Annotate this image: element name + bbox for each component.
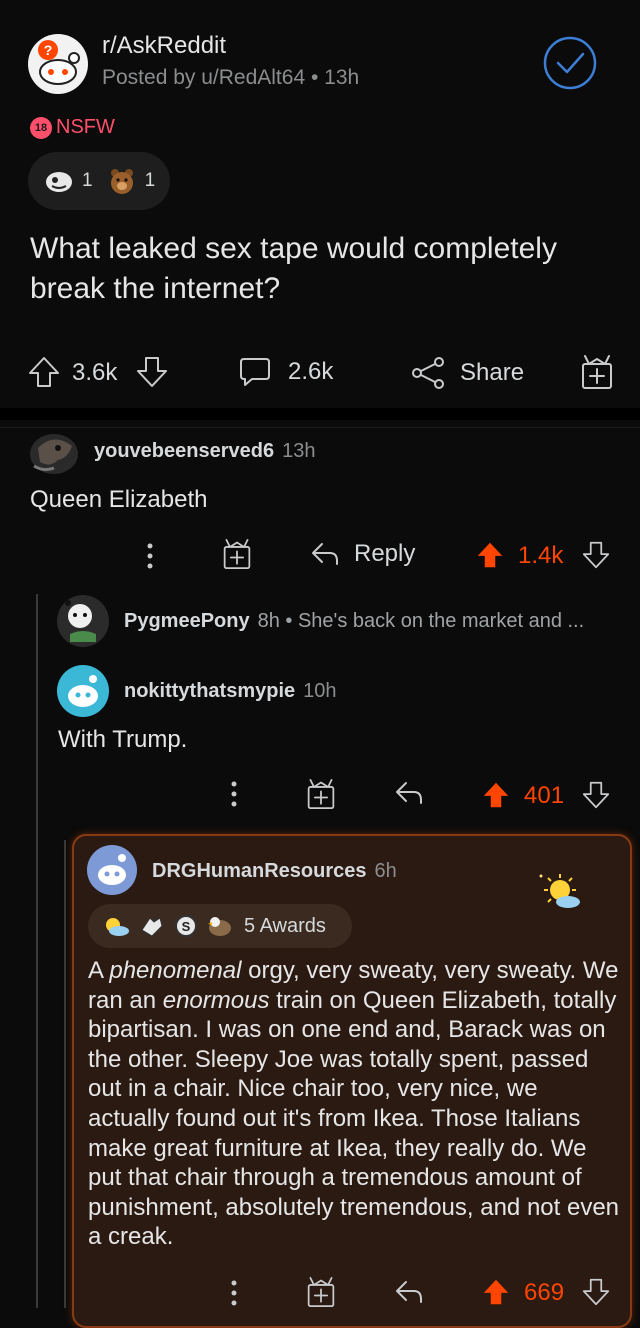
downvote-button[interactable] <box>582 540 610 570</box>
nsfw-label: NSFW <box>56 116 115 138</box>
comment-score: 669 <box>524 1279 565 1306</box>
comment-age: 6h <box>374 860 397 882</box>
section-divider <box>0 408 640 420</box>
svg-text:?: ? <box>44 42 53 58</box>
upvote-button[interactable] <box>482 1277 510 1307</box>
downvote-button[interactable] <box>136 355 168 389</box>
svg-text:S: S <box>182 919 191 934</box>
thread-line[interactable] <box>36 594 38 1308</box>
comment-header: youvebeenserved6 13h <box>94 440 315 463</box>
bear-award-icon <box>107 166 137 196</box>
avatar[interactable] <box>56 664 110 718</box>
post-title[interactable]: What leaked sex tape would completely br… <box>30 229 620 309</box>
comment-author[interactable]: PygmeePony <box>124 610 250 633</box>
nsfw-badge-icon: 18 <box>30 116 52 139</box>
reply-arrow-icon[interactable] <box>394 780 424 806</box>
award-count: 1 <box>144 170 156 191</box>
divider <box>0 427 640 428</box>
comment-header: nokittythatsmypie 10h <box>124 680 337 703</box>
more-options-icon[interactable] <box>146 542 154 570</box>
comment-header: DRGHumanResources 6h <box>152 860 397 883</box>
sun-cloud-award-icon <box>102 914 130 938</box>
thread-line[interactable] <box>64 840 66 1308</box>
award-gift-icon[interactable] <box>580 354 614 390</box>
avatar[interactable] <box>28 428 80 476</box>
verified-check-icon[interactable] <box>543 36 597 90</box>
comment-header[interactable]: PygmeePony 8h • She's back on the market… <box>124 610 584 633</box>
post-awards[interactable]: 1 1 <box>28 152 170 210</box>
comment-count: 2.6k <box>288 358 334 385</box>
comment-age: 13h <box>282 440 316 462</box>
share-icon <box>410 356 446 390</box>
eagle-award-icon <box>206 914 234 938</box>
comment-preview: 8h • She's back on the market and ... <box>257 610 585 632</box>
body-text: train on Queen Elizabeth, totally bipart… <box>88 986 620 1251</box>
comment-author[interactable]: DRGHumanResources <box>152 860 367 883</box>
award-count: 1 <box>82 170 93 191</box>
comment-awards[interactable]: S 5 Awards <box>88 904 352 948</box>
downvote-button[interactable] <box>582 1277 610 1307</box>
share-button[interactable]: Share <box>410 356 524 390</box>
subreddit-avatar[interactable]: ? <box>26 32 90 96</box>
reply-button[interactable]: Reply <box>310 540 415 568</box>
post-vote-count: 3.6k <box>72 359 118 386</box>
silver-award-icon <box>44 168 74 194</box>
comments-button[interactable]: 2.6k <box>238 356 333 388</box>
subreddit-name[interactable]: r/AskReddit <box>102 32 226 60</box>
more-options-icon[interactable] <box>230 780 238 808</box>
avatar[interactable] <box>86 844 138 896</box>
sun-cloud-award-icon <box>536 870 586 914</box>
upvote-button[interactable] <box>28 355 60 389</box>
comment-age: 10h <box>303 680 337 702</box>
reply-label: Reply <box>354 540 416 567</box>
reply-arrow-icon <box>310 541 340 567</box>
body-text: A <box>88 957 110 984</box>
comment-score: 401 <box>524 782 565 809</box>
post-meta: Posted by u/RedAlt64 • 13h <box>102 66 360 89</box>
comment-score: 1.4k <box>518 542 564 569</box>
coin-award-icon: S <box>174 914 198 938</box>
share-label: Share <box>460 359 525 386</box>
comment-body: With Trump. <box>58 726 188 753</box>
reply-arrow-icon[interactable] <box>394 1279 424 1305</box>
award-gift-icon[interactable] <box>306 1276 336 1308</box>
comment-author[interactable]: youvebeenserved6 <box>94 440 274 463</box>
more-options-icon[interactable] <box>230 1279 238 1307</box>
comment-body: Queen Elizabeth <box>30 486 208 513</box>
nsfw-tag: 18 NSFW <box>30 116 115 139</box>
award-gift-icon[interactable] <box>306 778 336 810</box>
body-text-italic: phenomenal <box>109 957 242 984</box>
comment-body: A phenomenal orgy, very sweaty, very swe… <box>88 956 624 1252</box>
upvote-button[interactable] <box>482 780 510 810</box>
awards-count-label: 5 Awards <box>244 914 326 937</box>
comment-bubble-icon <box>238 356 272 388</box>
hand-award-icon <box>138 914 166 938</box>
award-gift-icon[interactable] <box>222 538 252 570</box>
upvote-button[interactable] <box>476 540 504 570</box>
body-text-italic: enormous <box>162 986 270 1014</box>
avatar[interactable] <box>56 594 110 648</box>
comment-author[interactable]: nokittythatsmypie <box>124 680 295 703</box>
downvote-button[interactable] <box>582 780 610 810</box>
